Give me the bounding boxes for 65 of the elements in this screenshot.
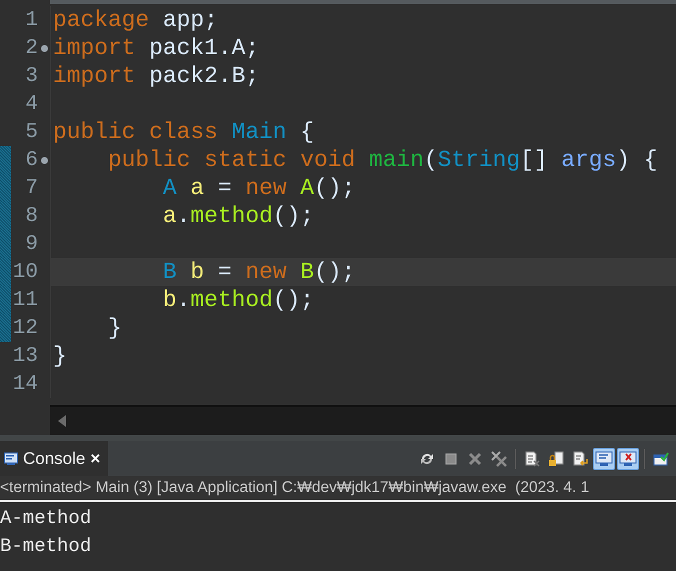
keyword-text: new bbox=[245, 259, 287, 285]
code-text: . bbox=[176, 203, 190, 229]
code-text: pack2.B; bbox=[148, 63, 260, 89]
fold-icon[interactable] bbox=[40, 156, 48, 164]
code-text: (); bbox=[272, 287, 314, 313]
call-name: B bbox=[299, 259, 314, 285]
code-text: ( bbox=[424, 147, 438, 173]
line-number: 13 bbox=[12, 344, 38, 368]
variable-name: b bbox=[162, 287, 177, 313]
code-text: (); bbox=[272, 203, 314, 229]
code-text: } bbox=[53, 343, 67, 369]
monitor-error-icon[interactable] bbox=[617, 448, 639, 470]
console-icon bbox=[4, 452, 18, 466]
line-number: 14 bbox=[12, 372, 38, 396]
fold-icon[interactable] bbox=[40, 44, 48, 52]
close-tab-button[interactable]: × bbox=[90, 448, 100, 468]
code-text: = bbox=[216, 259, 233, 285]
keyword-text: import bbox=[53, 35, 136, 61]
code-text: [] bbox=[520, 147, 549, 173]
line-number: 3 bbox=[24, 64, 38, 88]
code-text: pack1.A; bbox=[148, 35, 260, 61]
line-number: 4 bbox=[24, 92, 38, 116]
horizontal-scrollbar[interactable] bbox=[50, 405, 676, 435]
console-status: <terminated> Main (3) [Java Application] C:₩dev₩jdk17₩bin₩javaw.exe (2023. 4. 1 bbox=[0, 476, 676, 502]
keyword-text: new bbox=[245, 175, 287, 201]
line-number: 2 bbox=[24, 36, 38, 60]
code-text: app; bbox=[162, 7, 218, 33]
type-name: String bbox=[438, 147, 520, 173]
monitor-icon[interactable] bbox=[593, 448, 615, 470]
code-text: ) { bbox=[616, 147, 658, 173]
type-name: Main bbox=[230, 119, 287, 145]
line-number: 8 bbox=[24, 204, 38, 228]
scroll-left-icon[interactable] bbox=[57, 415, 67, 427]
variable-name: b bbox=[189, 259, 204, 285]
output-line: A-method bbox=[0, 506, 92, 531]
line-number: 5 bbox=[24, 120, 38, 144]
code-text: (); bbox=[314, 259, 356, 285]
line-number: 11 bbox=[12, 288, 38, 312]
console-tab[interactable]: Console × bbox=[0, 441, 108, 476]
code-text: } bbox=[106, 315, 122, 341]
code-text: { bbox=[299, 119, 314, 145]
call-name: method bbox=[190, 287, 273, 313]
keyword-text: import bbox=[53, 63, 136, 89]
keyword-text: package bbox=[53, 7, 150, 33]
code-text: . bbox=[176, 287, 190, 313]
type-name: A bbox=[162, 175, 177, 201]
output-line: B-method bbox=[0, 534, 92, 559]
call-name: A bbox=[299, 175, 314, 201]
keyword-text: public class bbox=[53, 119, 218, 145]
line-number: 6 bbox=[24, 148, 38, 172]
variable-name: a bbox=[189, 175, 204, 201]
code-text: (); bbox=[314, 175, 356, 201]
line-number: 9 bbox=[24, 232, 38, 256]
variable-name: a bbox=[162, 203, 177, 229]
line-number: 7 bbox=[24, 176, 38, 200]
tab-label: Console bbox=[23, 448, 86, 468]
line-number: 10 bbox=[12, 260, 38, 284]
method-name: main bbox=[368, 147, 424, 173]
line-number: 12 bbox=[12, 316, 38, 340]
call-name: method bbox=[190, 203, 273, 229]
keyword-text: public static void bbox=[106, 147, 356, 173]
code-text: = bbox=[216, 175, 233, 201]
type-name: B bbox=[162, 259, 177, 285]
line-number: 1 bbox=[24, 8, 38, 32]
parameter-name: args bbox=[561, 147, 616, 173]
